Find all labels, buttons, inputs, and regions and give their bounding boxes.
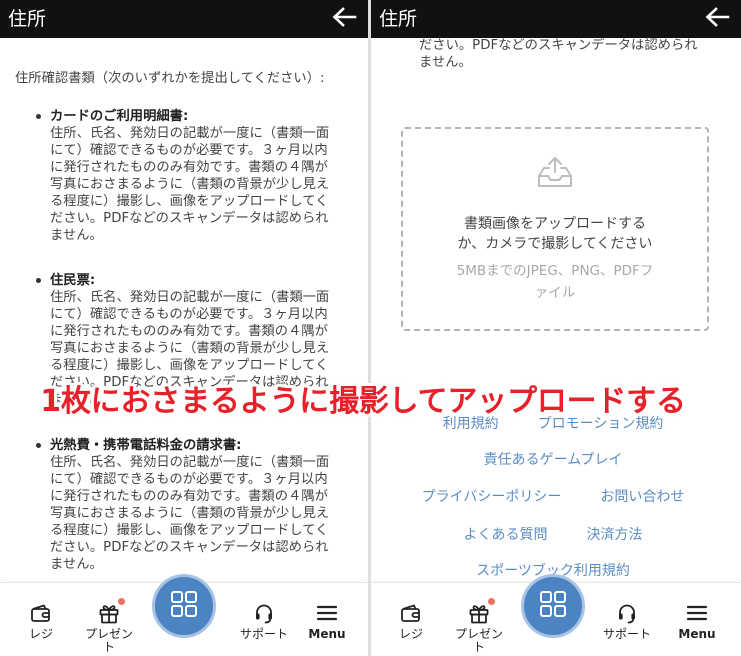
document-title: 光熱費・携帯電話料金の請求書:	[50, 438, 242, 453]
arrow-left-icon	[331, 6, 357, 32]
upload-tray-icon	[536, 155, 574, 189]
document-line: にて）確認できるものが必要です。３ヶ月以内	[50, 307, 328, 322]
notification-badge	[118, 598, 125, 605]
nav-label: Menu	[308, 627, 346, 641]
instruction-caption-overlay: 1枚におさまるように撮影してアップロードする	[40, 384, 686, 419]
hamburger-icon	[667, 602, 727, 624]
nav-label: プレゼント	[84, 627, 133, 654]
back-button[interactable]	[704, 6, 730, 32]
upload-prompt-line: か、カメラで撮影してください	[457, 236, 653, 252]
document-line: ださい。PDFなどのスキャンデータは認められ	[419, 38, 698, 53]
nav-label: レジ	[398, 627, 423, 641]
document-line: 写真におさまるように（書類の背景が少し見え	[50, 341, 330, 356]
nav-item-register[interactable]: レジ	[11, 602, 71, 641]
footer-link-row: 責任あるゲームプレイ	[371, 450, 741, 470]
nav-item-menu[interactable]: Menu	[667, 602, 727, 641]
document-line: ません。	[50, 228, 103, 243]
upload-prompt: 書類画像をアップロードする か、カメラで撮影してください	[403, 214, 707, 254]
upload-prompt-line: 書類画像をアップロードする	[464, 216, 646, 232]
link-payment-methods[interactable]: 決済方法	[587, 525, 643, 545]
document-line: 住所、氏名、発効日の記載が一度に（書類一面	[50, 126, 330, 141]
hamburger-icon	[297, 602, 357, 624]
footer-link-row: プライバシーポリシー お問い合わせ	[371, 487, 741, 507]
nav-label: サポート	[602, 627, 651, 641]
document-title: カードのご利用明細書:	[50, 109, 189, 124]
link-contact[interactable]: お問い合わせ	[600, 487, 684, 507]
nav-item-present[interactable]: プレゼント	[449, 598, 509, 654]
nav-item-present[interactable]: プレゼント	[79, 598, 139, 654]
link-privacy-policy[interactable]: プライバシーポリシー	[422, 487, 562, 507]
nav-item-menu[interactable]: Menu	[297, 602, 357, 641]
document-line: に発行されたもののみ有効です。書類の４隅が	[50, 160, 328, 175]
document-requirements-intro: 住所確認書類（次のいずれかを提出してください）:	[15, 71, 325, 86]
wallet-icon	[381, 602, 441, 624]
document-item-utility-bill: 光熱費・携帯電話料金の請求書: 住所、氏名、発効日の記載が一度に（書類一面 にて…	[0, 437, 368, 573]
upload-file-hint: 5MBまでのJPEG、PNG、PDFフ ァイル	[403, 260, 707, 304]
upload-hint-line: 5MBまでのJPEG、PNG、PDFフ	[456, 263, 654, 279]
bottom-nav: レジ プレゼント サポート Menu	[0, 574, 368, 656]
app-header: 住所	[371, 0, 741, 38]
link-responsible-gaming[interactable]: 責任あるゲームプレイ	[484, 450, 623, 470]
document-title-row: カードのご利用明細書:	[0, 108, 368, 125]
document-line: ださい。PDFなどのスキャンデータは認められ	[50, 211, 329, 226]
bullet	[36, 278, 41, 283]
document-title: 住民票:	[50, 273, 96, 288]
grid-icon	[539, 590, 567, 622]
headset-icon	[597, 602, 657, 624]
app-header: 住所	[0, 0, 368, 38]
notification-badge	[488, 598, 495, 605]
document-line: 住所、氏名、発効日の記載が一度に（書類一面	[50, 455, 330, 470]
gift-icon	[449, 598, 509, 624]
back-button[interactable]	[331, 6, 357, 32]
document-line: に発行されたもののみ有効です。書類の４隅が	[50, 489, 328, 504]
center-menu-button[interactable]	[152, 574, 216, 638]
document-title-row: 住民票:	[0, 272, 368, 289]
document-upload-dropzone[interactable]: 書類画像をアップロードする か、カメラで撮影してください 5MBまでのJPEG、…	[401, 127, 709, 331]
document-line: 写真におさまるように（書類の背景が少し見え	[50, 506, 330, 521]
wallet-icon	[11, 602, 71, 624]
document-line: る程度に）撮影し、画像をアップロードしてく	[50, 523, 329, 538]
nav-item-support[interactable]: サポート	[597, 602, 657, 641]
document-line: 写真におさまるように（書類の背景が少し見え	[50, 177, 330, 192]
bottom-nav: レジ プレゼント サポート Menu	[371, 574, 741, 656]
headset-icon	[234, 602, 294, 624]
document-line: る程度に）撮影し、画像をアップロードしてく	[50, 358, 329, 373]
footer-link-row: よくある質問 決済方法	[371, 525, 741, 545]
document-line: ださい。PDFなどのスキャンデータは認められ	[50, 540, 329, 555]
center-menu-button[interactable]	[521, 574, 585, 638]
document-text-continued: ださい。PDFなどのスキャンデータは認められ ません。	[419, 37, 698, 71]
arrow-left-icon	[704, 6, 730, 32]
nav-label: レジ	[28, 627, 53, 641]
upload-hint-line: ァイル	[534, 285, 576, 301]
page-title: 住所	[379, 8, 418, 30]
left-screen: 住所 住所確認書類（次のいずれかを提出してください）: カードのご利用明細書: …	[0, 0, 368, 656]
gift-icon	[79, 598, 139, 624]
grid-icon	[170, 590, 198, 622]
document-line: にて）確認できるものが必要です。３ヶ月以内	[50, 143, 328, 158]
document-item-card-statement: カードのご利用明細書: 住所、氏名、発効日の記載が一度に（書類一面 にて）確認で…	[0, 108, 368, 244]
nav-item-register[interactable]: レジ	[381, 602, 441, 641]
nav-item-support[interactable]: サポート	[234, 602, 294, 641]
document-line: にて）確認できるものが必要です。３ヶ月以内	[50, 472, 328, 487]
nav-label: Menu	[678, 627, 716, 641]
nav-label: サポート	[239, 627, 288, 641]
page-title: 住所	[8, 8, 47, 30]
document-line: ません。	[50, 557, 103, 572]
bullet	[36, 114, 41, 119]
document-line: に発行されたもののみ有効です。書類の４隅が	[50, 324, 328, 339]
document-title-row: 光熱費・携帯電話料金の請求書:	[0, 437, 368, 454]
document-line: 住所、氏名、発効日の記載が一度に（書類一面	[50, 290, 330, 305]
bullet	[36, 443, 41, 448]
nav-label: プレゼント	[454, 627, 503, 654]
right-screen: ださい。PDFなどのスキャンデータは認められ ません。 住所 書類画像をアップロ…	[371, 0, 741, 656]
document-line: ません。	[419, 55, 472, 70]
link-faq[interactable]: よくある質問	[464, 525, 548, 545]
document-line: る程度に）撮影し、画像をアップロードしてく	[50, 194, 329, 209]
